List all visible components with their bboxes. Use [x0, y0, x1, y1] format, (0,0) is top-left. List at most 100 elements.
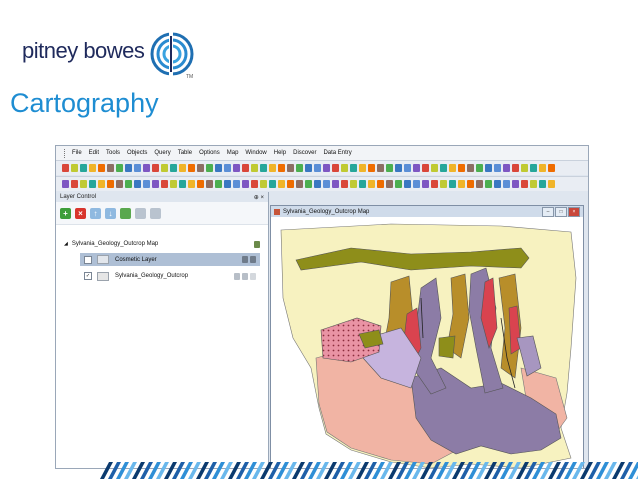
- tb1-tool-button-icon[interactable]: [440, 164, 447, 172]
- menu-query[interactable]: Query: [154, 150, 170, 156]
- minimize-button[interactable]: –: [542, 207, 554, 217]
- tb1-tool-button-icon[interactable]: [368, 164, 375, 172]
- tb2-tool-button-icon[interactable]: [449, 180, 456, 188]
- tb1-tool-button-icon[interactable]: [503, 164, 510, 172]
- tb2-tool-button-icon[interactable]: [467, 180, 474, 188]
- menu-table[interactable]: Table: [178, 150, 192, 156]
- tb1-tool-button-icon[interactable]: [206, 164, 213, 172]
- maximize-button[interactable]: □: [555, 207, 567, 217]
- tb2-tool-button-icon[interactable]: [539, 180, 546, 188]
- tb2-tool-button-icon[interactable]: [395, 180, 402, 188]
- tb2-tool-button-icon[interactable]: [278, 180, 285, 188]
- tb2-tool-button-icon[interactable]: [305, 180, 312, 188]
- tb1-tool-button-icon[interactable]: [458, 164, 465, 172]
- tb1-tool-button-icon[interactable]: [71, 164, 78, 172]
- tb2-tool-button-icon[interactable]: [269, 180, 276, 188]
- expand-arrow-icon[interactable]: ◢: [64, 241, 68, 247]
- tb1-tool-button-icon[interactable]: [395, 164, 402, 172]
- menu-edit[interactable]: Edit: [89, 150, 99, 156]
- tb2-tool-button-icon[interactable]: [485, 180, 492, 188]
- tb2-tool-button-icon[interactable]: [71, 180, 78, 188]
- tb2-tool-button-icon[interactable]: [386, 180, 393, 188]
- tb2-tool-button-icon[interactable]: [368, 180, 375, 188]
- tb2-tool-button-icon[interactable]: [251, 180, 258, 188]
- tb2-tool-button-icon[interactable]: [260, 180, 267, 188]
- tb1-tool-button-icon[interactable]: [242, 164, 249, 172]
- tb2-tool-button-icon[interactable]: [512, 180, 519, 188]
- close-button[interactable]: ×: [568, 207, 580, 217]
- edit-pencil-icon[interactable]: [242, 256, 248, 263]
- tb1-tool-button-icon[interactable]: [161, 164, 168, 172]
- tb2-tool-button-icon[interactable]: [458, 180, 465, 188]
- move-layer-down-icon[interactable]: ↓: [105, 207, 116, 219]
- move-layer-up-icon[interactable]: ↑: [90, 207, 101, 219]
- tb2-tool-button-icon[interactable]: [350, 180, 357, 188]
- tb2-tool-button-icon[interactable]: [161, 180, 168, 188]
- tb1-tool-button-icon[interactable]: [89, 164, 96, 172]
- tb1-tool-button-icon[interactable]: [413, 164, 420, 172]
- tb2-tool-button-icon[interactable]: [548, 180, 555, 188]
- tb1-tool-button-icon[interactable]: [323, 164, 330, 172]
- tb2-tool-button-icon[interactable]: [530, 180, 537, 188]
- tb2-tool-button-icon[interactable]: [440, 180, 447, 188]
- tb1-tool-button-icon[interactable]: [332, 164, 339, 172]
- tb1-tool-button-icon[interactable]: [476, 164, 483, 172]
- tb1-tool-button-icon[interactable]: [179, 164, 186, 172]
- add-layer-icon[interactable]: +: [60, 207, 71, 219]
- tb1-tool-button-icon[interactable]: [269, 164, 276, 172]
- tb1-tool-button-icon[interactable]: [287, 164, 294, 172]
- tb2-tool-button-icon[interactable]: [494, 180, 501, 188]
- layer-properties-icon[interactable]: [120, 207, 131, 219]
- tb1-tool-button-icon[interactable]: [530, 164, 537, 172]
- tb2-tool-button-icon[interactable]: [98, 180, 105, 188]
- tb1-tool-button-icon[interactable]: [233, 164, 240, 172]
- menu-file[interactable]: File: [72, 150, 82, 156]
- tb1-tool-button-icon[interactable]: [539, 164, 546, 172]
- layer-row-geology[interactable]: ✓ Sylvania_Geology_Outcrop: [80, 270, 260, 282]
- tb2-tool-button-icon[interactable]: [242, 180, 249, 188]
- tb2-tool-button-icon[interactable]: [143, 180, 150, 188]
- tb1-tool-button-icon[interactable]: [116, 164, 123, 172]
- tb2-tool-button-icon[interactable]: [314, 180, 321, 188]
- label-icon[interactable]: [250, 272, 256, 280]
- tb2-tool-button-icon[interactable]: [404, 180, 411, 188]
- tb2-tool-button-icon[interactable]: [80, 180, 87, 188]
- tb2-tool-button-icon[interactable]: [359, 180, 366, 188]
- menu-tools[interactable]: Tools: [106, 150, 120, 156]
- tb1-tool-button-icon[interactable]: [305, 164, 312, 172]
- tb1-tool-button-icon[interactable]: [359, 164, 366, 172]
- tb1-tool-button-icon[interactable]: [431, 164, 438, 172]
- layer-row-cosmetic[interactable]: Cosmetic Layer: [80, 253, 260, 266]
- tb1-tool-button-icon[interactable]: [278, 164, 285, 172]
- tb2-tool-button-icon[interactable]: [503, 180, 510, 188]
- tb2-tool-button-icon[interactable]: [125, 180, 132, 188]
- tb2-tool-button-icon[interactable]: [179, 180, 186, 188]
- tb2-tool-button-icon[interactable]: [134, 180, 141, 188]
- layer-visibility-checkbox[interactable]: [84, 255, 92, 264]
- tb2-tool-button-icon[interactable]: [476, 180, 483, 188]
- tb2-tool-button-icon[interactable]: [89, 180, 96, 188]
- tb2-tool-button-icon[interactable]: [422, 180, 429, 188]
- tb2-tool-button-icon[interactable]: [116, 180, 123, 188]
- tb1-tool-button-icon[interactable]: [449, 164, 456, 172]
- menu-map[interactable]: Map: [227, 150, 239, 156]
- tb2-tool-button-icon[interactable]: [287, 180, 294, 188]
- tb1-tool-button-icon[interactable]: [386, 164, 393, 172]
- tb2-tool-button-icon[interactable]: [413, 180, 420, 188]
- tb1-tool-button-icon[interactable]: [197, 164, 204, 172]
- select-arrow-icon[interactable]: [250, 256, 256, 263]
- tb2-tool-button-icon[interactable]: [431, 180, 438, 188]
- tb2-tool-button-icon[interactable]: [341, 180, 348, 188]
- tb1-tool-button-icon[interactable]: [350, 164, 357, 172]
- layer-style-icon[interactable]: [135, 207, 146, 219]
- tb2-tool-button-icon[interactable]: [377, 180, 384, 188]
- tb2-tool-button-icon[interactable]: [170, 180, 177, 188]
- tb1-tool-button-icon[interactable]: [215, 164, 222, 172]
- tb1-tool-button-icon[interactable]: [224, 164, 231, 172]
- tb2-tool-button-icon[interactable]: [215, 180, 222, 188]
- tb1-tool-button-icon[interactable]: [341, 164, 348, 172]
- tb1-tool-button-icon[interactable]: [125, 164, 132, 172]
- menu-discover[interactable]: Discover: [293, 150, 316, 156]
- tb1-tool-button-icon[interactable]: [188, 164, 195, 172]
- tb1-tool-button-icon[interactable]: [548, 164, 555, 172]
